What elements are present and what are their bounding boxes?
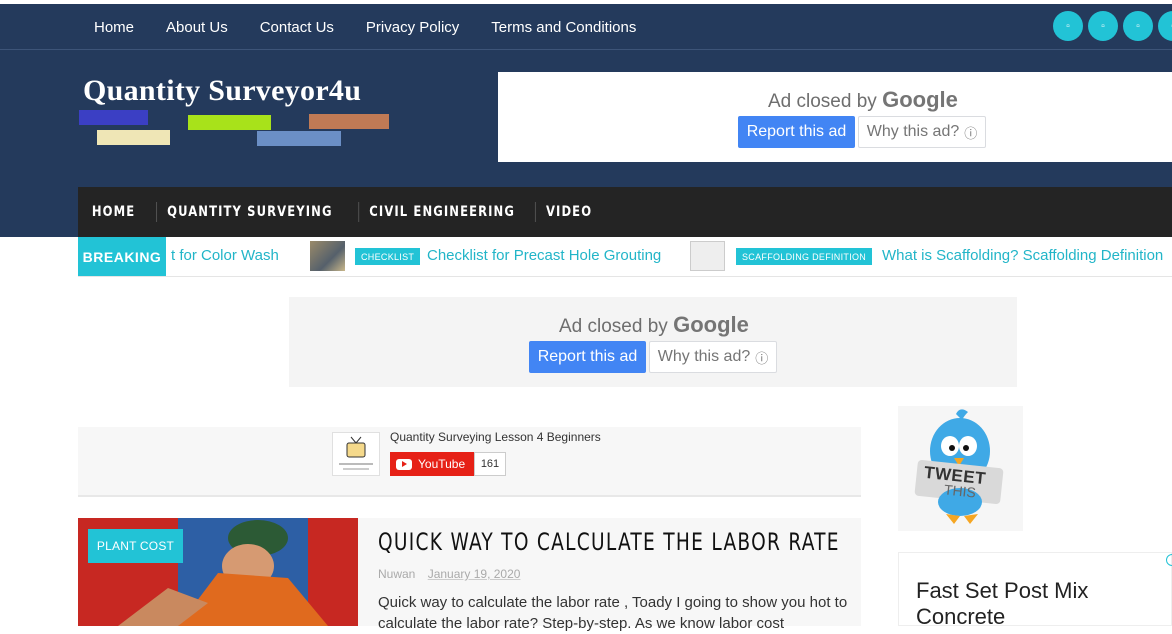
post-category-tag[interactable]: PLANT COST (88, 529, 183, 563)
google-logo: Google (882, 87, 958, 112)
ad-choices-icon[interactable] (1166, 554, 1172, 566)
logo-bar (188, 115, 271, 130)
main-nav-video[interactable]: VIDEO (535, 202, 602, 222)
site-logo-text[interactable]: Quantity Surveyor4u (83, 74, 361, 108)
report-ad-button[interactable]: Report this ad (738, 116, 855, 148)
subscriber-count: 161 (474, 452, 506, 476)
post-title[interactable]: QUICK WAY TO CALCULATE THE LABOR RATE (378, 528, 840, 556)
ticker-thumbnail[interactable] (690, 241, 725, 271)
why-this-ad-label: Why this ad? (657, 348, 751, 365)
main-nav-home[interactable]: HOME (81, 202, 146, 222)
post-author[interactable]: Nuwan (378, 567, 415, 581)
main-nav: HOME QUANTITY SURVEYING CIVIL ENGINEERIN… (78, 187, 1172, 237)
main-nav-civil-engineering[interactable]: CIVIL ENGINEERING (358, 202, 525, 222)
breaking-news-ticker: BREAKING t for Color Wash CHECKLIST Chec… (78, 237, 1172, 277)
ticker-tag[interactable]: CHECKLIST (355, 248, 421, 265)
top-nav-home[interactable]: Home (94, 19, 134, 36)
why-this-ad-label: Why this ad? (866, 123, 960, 140)
why-this-ad-button[interactable]: Why this ad? ⓘ (649, 341, 777, 373)
sidebar-ad-title[interactable]: Fast Set Post Mix Concrete (916, 578, 1156, 630)
google-logo: Google (673, 312, 749, 337)
top-nav-contact-us[interactable]: Contact Us (260, 19, 334, 36)
top-nav-terms[interactable]: Terms and Conditions (491, 19, 636, 36)
ticker-thumbnail[interactable] (310, 241, 345, 271)
post-meta: Nuwan January 19, 2020 (378, 567, 520, 581)
info-icon: ⓘ (964, 125, 978, 141)
channel-avatar[interactable] (332, 432, 380, 476)
tv-icon (339, 436, 373, 470)
pinterest-icon[interactable]: ▫ (1123, 11, 1153, 41)
top-nav-about-us[interactable]: About Us (166, 19, 228, 36)
top-nav-privacy-policy[interactable]: Privacy Policy (366, 19, 459, 36)
logo-bar (257, 131, 341, 146)
twitter-icon[interactable]: ▫ (1088, 11, 1118, 41)
ticker-item-link[interactable]: Checklist for Precast Hole Grouting (427, 247, 661, 264)
ad-closed-text: Ad closed by Google (768, 87, 958, 113)
youtube-button-label: YouTube (418, 457, 466, 471)
post-excerpt: Quick way to calculate the labor rate , … (378, 594, 848, 632)
post-date[interactable]: January 19, 2020 (428, 567, 521, 581)
ticker-item-partial[interactable]: t for Color Wash (171, 247, 279, 264)
youtube-icon[interactable]: ▫ (1158, 11, 1172, 41)
report-ad-button[interactable]: Report this ad (529, 341, 646, 373)
info-icon: ⓘ (755, 350, 769, 366)
youtube-subscribe-widget: Quantity Surveying Lesson 4 Beginners Yo… (78, 427, 861, 497)
top-nav: Home About Us Contact Us Privacy Policy … (78, 4, 653, 50)
youtube-play-icon (396, 458, 412, 470)
header-ad: Ad closed by Google Report this ad Why t… (498, 72, 1172, 162)
tweet-label-line2: THIS (943, 481, 977, 501)
ticker-tag[interactable]: SCAFFOLDING DEFINITION (736, 248, 873, 265)
why-this-ad-button[interactable]: Why this ad? ⓘ (858, 116, 986, 148)
logo-bar (309, 114, 389, 129)
channel-title[interactable]: Quantity Surveying Lesson 4 Beginners (390, 430, 601, 444)
main-nav-quantity-surveying[interactable]: QUANTITY SURVEYING (156, 202, 343, 222)
ad-closed-text: Ad closed by Google (559, 312, 749, 338)
ticker-item-link[interactable]: What is Scaffolding? Scaffolding Definit… (882, 247, 1163, 264)
logo-bar (97, 130, 170, 145)
social-links: ▫ ▫ ▫ ▫ (1053, 11, 1172, 41)
ad-closed-prefix: Ad closed by (768, 91, 877, 112)
content-ad: Ad closed by Google Report this ad Why t… (289, 297, 1017, 387)
facebook-icon[interactable]: ▫ (1053, 11, 1083, 41)
youtube-subscribe-button[interactable]: YouTube (390, 452, 474, 476)
ad-closed-prefix: Ad closed by (559, 316, 668, 337)
breaking-label: BREAKING (78, 237, 166, 276)
logo-bar (79, 110, 148, 125)
tweet-this-widget[interactable]: TWEET THIS (898, 406, 1023, 531)
top-bar: Home About Us Contact Us Privacy Policy … (0, 4, 1172, 50)
